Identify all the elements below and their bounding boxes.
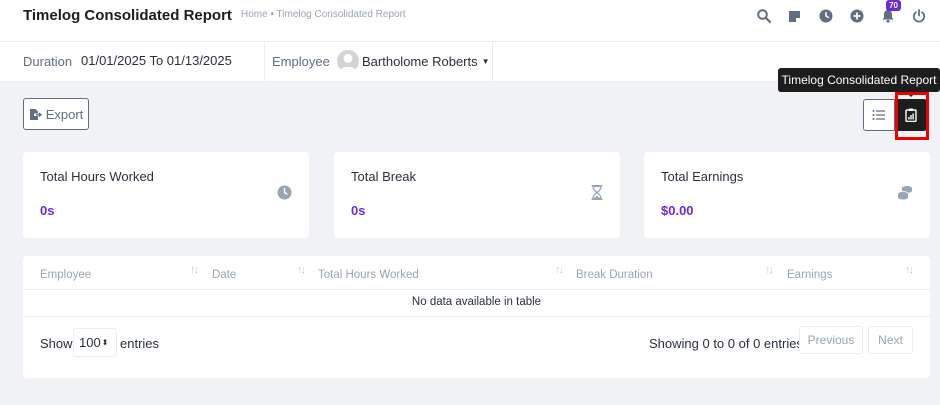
notification-badge: 70: [886, 0, 901, 11]
page-length-select[interactable]: 100 ⬍: [73, 328, 117, 357]
table-header: Employee ↑↓ Date ↑↓ Total Hours Worked ↑…: [23, 256, 930, 290]
previous-button[interactable]: Previous: [799, 326, 863, 354]
stat-value: 0s: [351, 203, 366, 218]
stat-card-earnings: Total Earnings $0.00: [644, 152, 930, 238]
filter-divider: [264, 42, 265, 82]
export-button[interactable]: Export: [23, 98, 89, 130]
bell-icon[interactable]: 70: [872, 0, 903, 26]
page-title: Timelog Consolidated Report: [23, 7, 232, 24]
clock-icon: [277, 185, 292, 203]
stat-title: Total Hours Worked: [40, 169, 154, 184]
stat-value: $0.00: [661, 203, 694, 218]
stat-card-hours: Total Hours Worked 0s: [23, 152, 309, 238]
chevron-down-icon: ▼: [481, 56, 490, 66]
page-length-value: 100: [79, 335, 101, 350]
filter-divider: [492, 42, 493, 82]
export-label: Export: [45, 106, 84, 122]
consolidated-report-button[interactable]: [895, 99, 927, 131]
employee-select[interactable]: Bartholome Roberts ▼: [337, 50, 490, 72]
tooltip: Timelog Consolidated Report: [778, 68, 940, 97]
column-header-employee[interactable]: Employee: [40, 269, 91, 281]
stat-title: Total Break: [351, 169, 417, 184]
column-header-earnings[interactable]: Earnings: [787, 269, 832, 281]
report-table-card: Employee ↑↓ Date ↑↓ Total Hours Worked ↑…: [23, 256, 930, 378]
table-info: Showing 0 to 0 of 0 entries: [649, 336, 803, 351]
coins-icon: [897, 185, 913, 203]
power-icon[interactable]: [903, 6, 934, 26]
sort-icon[interactable]: ↑↓: [297, 264, 306, 276]
sort-icon[interactable]: ↑↓: [190, 264, 199, 276]
entries-label: entries: [120, 336, 160, 351]
breadcrumb[interactable]: Home • Timelog Consolidated Report: [241, 9, 406, 20]
plus-circle-icon[interactable]: [841, 6, 872, 26]
sort-arrows-icon: ⬍: [101, 338, 109, 347]
employee-name: Bartholome Roberts: [362, 53, 478, 69]
sticky-note-icon[interactable]: [779, 6, 810, 26]
clipboard-chart-icon: [905, 108, 917, 122]
column-header-date[interactable]: Date: [212, 269, 236, 281]
empty-table-row: No data available in table: [23, 290, 930, 317]
employee-label: Employee: [272, 54, 330, 69]
duration-input[interactable]: 01/01/2025 To 01/13/2025: [81, 53, 232, 68]
header-icons: 70: [748, 0, 934, 26]
stat-title: Total Earnings: [661, 169, 744, 184]
avatar: [337, 50, 359, 72]
show-label: Show: [40, 336, 73, 351]
hourglass-icon: [591, 184, 603, 203]
stat-card-break: Total Break 0s: [334, 152, 620, 238]
clock-icon[interactable]: [810, 6, 841, 26]
top-header: Timelog Consolidated Report Home • Timel…: [0, 0, 940, 42]
duration-label: Duration: [23, 54, 73, 69]
column-header-total-hours[interactable]: Total Hours Worked: [318, 269, 419, 281]
view-toggle: [863, 99, 927, 131]
sort-icon[interactable]: ↑↓: [555, 264, 564, 276]
next-button[interactable]: Next: [868, 326, 913, 354]
file-export-icon: [29, 108, 42, 120]
list-view-button[interactable]: [863, 99, 895, 131]
stat-value: 0s: [40, 203, 55, 218]
column-header-break-duration[interactable]: Break Duration: [576, 269, 653, 281]
search-icon[interactable]: [748, 6, 779, 26]
sort-icon[interactable]: ↑↓: [905, 264, 914, 276]
sort-icon[interactable]: ↑↓: [765, 264, 774, 276]
list-icon: [872, 110, 885, 120]
